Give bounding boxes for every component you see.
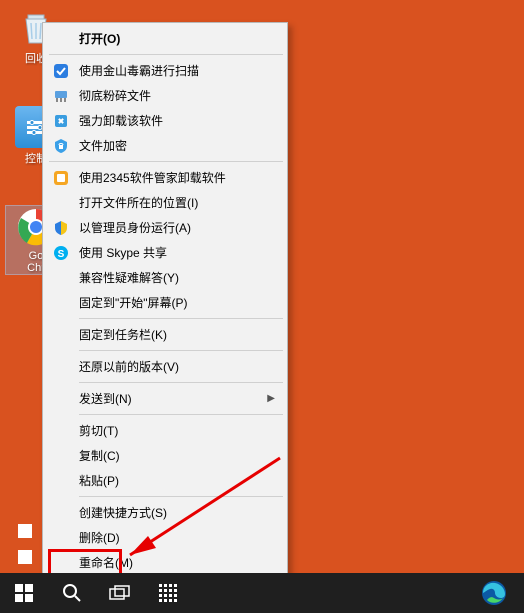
menu-delete[interactable]: 删除(D) bbox=[45, 525, 285, 550]
edge-browser-button[interactable] bbox=[470, 573, 518, 613]
task-view-icon bbox=[109, 585, 131, 601]
menu-run-as-admin[interactable]: 以管理员身份运行(A) bbox=[45, 215, 285, 240]
task-view-button[interactable] bbox=[96, 573, 144, 613]
menu-pin-taskbar[interactable]: 固定到任务栏(K) bbox=[45, 322, 285, 347]
start-button[interactable] bbox=[0, 573, 48, 613]
edge-icon bbox=[481, 580, 507, 606]
menu-skype-share[interactable]: S 使用 Skype 共享 bbox=[45, 240, 285, 265]
menu-separator bbox=[79, 414, 283, 415]
menu-copy[interactable]: 复制(C) bbox=[45, 443, 285, 468]
menu-jinshan-scan[interactable]: 使用金山毒霸进行扫描 bbox=[45, 58, 285, 83]
grid-icon bbox=[159, 584, 177, 602]
menu-open-location[interactable]: 打开文件所在的位置(I) bbox=[45, 190, 285, 215]
windows-icon bbox=[15, 584, 33, 602]
software-manager-icon bbox=[52, 169, 70, 187]
skype-icon: S bbox=[52, 244, 70, 262]
menu-separator bbox=[79, 496, 283, 497]
lock-icon bbox=[52, 137, 70, 155]
shield-admin-icon bbox=[52, 219, 70, 237]
menu-rename[interactable]: 重命名(M) bbox=[45, 550, 285, 575]
menu-separator bbox=[79, 318, 283, 319]
menu-send-to[interactable]: 发送到(N) ▶ bbox=[45, 386, 285, 411]
desktop-square-1 bbox=[18, 524, 32, 538]
search-icon bbox=[62, 583, 82, 603]
context-menu: 打开(O) 使用金山毒霸进行扫描 彻底粉碎文件 强力卸载该软件 文件加密 使用2… bbox=[42, 22, 288, 611]
shredder-icon bbox=[52, 87, 70, 105]
search-button[interactable] bbox=[48, 573, 96, 613]
menu-restore-previous[interactable]: 还原以前的版本(V) bbox=[45, 354, 285, 379]
menu-compat-troubleshoot[interactable]: 兼容性疑难解答(Y) bbox=[45, 265, 285, 290]
uninstall-icon bbox=[52, 112, 70, 130]
menu-shred[interactable]: 彻底粉碎文件 bbox=[45, 83, 285, 108]
menu-2345-uninstall[interactable]: 使用2345软件管家卸载软件 bbox=[45, 165, 285, 190]
chevron-right-icon: ▶ bbox=[267, 393, 275, 404]
menu-paste[interactable]: 粘贴(P) bbox=[45, 468, 285, 493]
menu-cut[interactable]: 剪切(T) bbox=[45, 418, 285, 443]
menu-force-uninstall[interactable]: 强力卸载该软件 bbox=[45, 108, 285, 133]
menu-pin-start[interactable]: 固定到"开始"屏幕(P) bbox=[45, 290, 285, 315]
all-apps-button[interactable] bbox=[144, 573, 192, 613]
menu-separator bbox=[49, 54, 283, 55]
svg-text:S: S bbox=[58, 249, 65, 260]
menu-separator bbox=[79, 382, 283, 383]
desktop-square-2 bbox=[18, 550, 32, 564]
menu-separator bbox=[49, 161, 283, 162]
menu-create-shortcut[interactable]: 创建快捷方式(S) bbox=[45, 500, 285, 525]
menu-separator bbox=[79, 350, 283, 351]
shield-check-icon bbox=[52, 62, 70, 80]
menu-encrypt[interactable]: 文件加密 bbox=[45, 133, 285, 158]
taskbar bbox=[0, 573, 524, 613]
menu-open[interactable]: 打开(O) bbox=[45, 26, 285, 51]
